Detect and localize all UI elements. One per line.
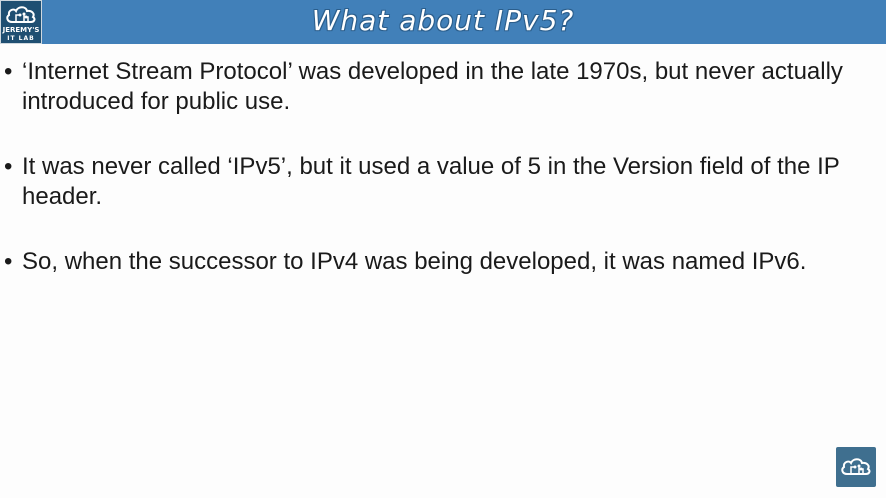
logo-text-line2: IT LAB [7, 35, 35, 42]
bullet-item: • It was never called ‘IPv5’, but it use… [0, 152, 886, 212]
slide: What about IPv5? JEREMY'S IT LAB • ‘Inte… [0, 0, 886, 498]
bullet-item: • ‘Internet Stream Protocol’ was develop… [0, 57, 886, 117]
cloud-circuit-icon [6, 6, 36, 23]
bullet-marker: • [4, 248, 13, 275]
bullet-marker: • [4, 58, 13, 85]
bullet-text: ‘Internet Stream Protocol’ was developed… [22, 58, 843, 115]
bullet-text: It was never called ‘IPv5’, but it used … [22, 153, 840, 210]
bullet-list: • ‘Internet Stream Protocol’ was develop… [0, 57, 886, 312]
corner-logo [836, 447, 876, 487]
bullet-text: So, when the successor to IPv4 was being… [22, 248, 807, 275]
bullet-marker: • [4, 153, 13, 180]
bullet-item: • So, when the successor to IPv4 was bei… [0, 247, 886, 277]
slide-title: What about IPv5? [311, 4, 575, 37]
jeremys-it-lab-logo: JEREMY'S IT LAB [0, 0, 42, 44]
logo-text-line1: JEREMY'S [2, 26, 40, 34]
cloud-circuit-icon [841, 458, 871, 475]
